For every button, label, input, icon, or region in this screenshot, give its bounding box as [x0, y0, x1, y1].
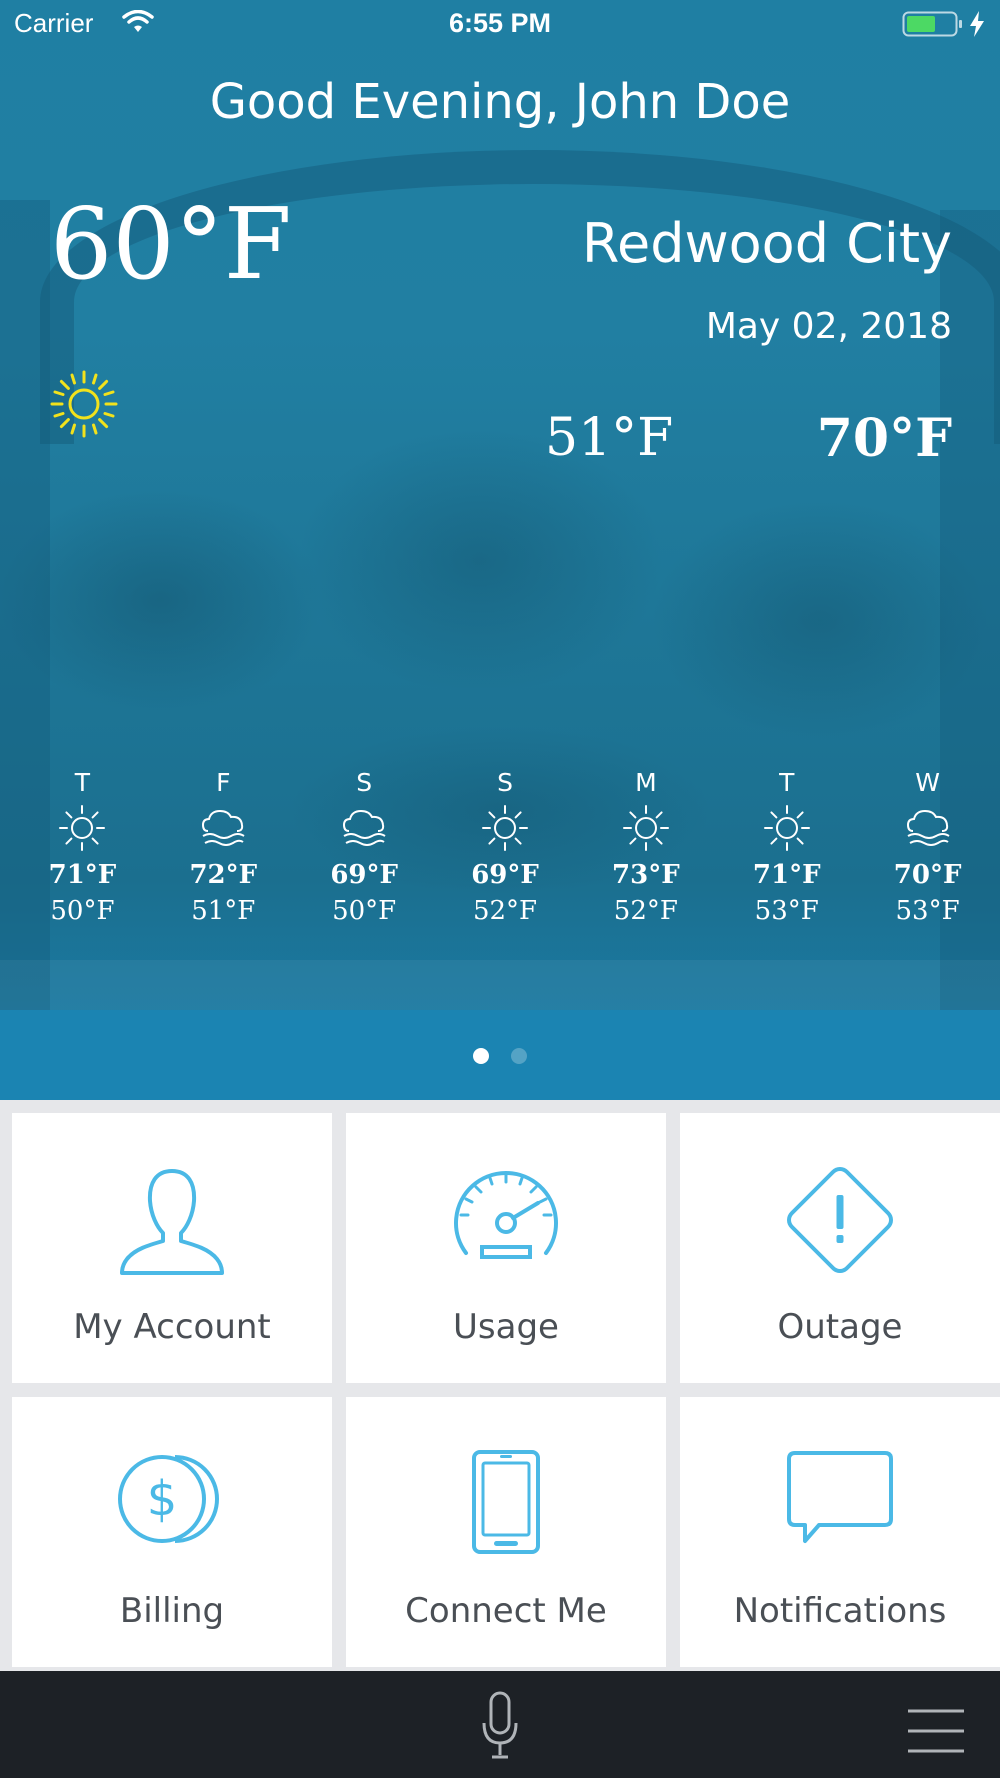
- tile-label: My Account: [73, 1307, 271, 1347]
- forecast-day-letter: S: [497, 768, 513, 797]
- charging-bolt-icon: [970, 11, 984, 37]
- forecast-low: 52°F: [472, 896, 538, 926]
- page-indicator[interactable]: [0, 1048, 1000, 1064]
- sun-icon: [482, 805, 528, 851]
- svg-text:$: $: [147, 1471, 178, 1527]
- city-name: Redwood City: [581, 212, 952, 275]
- cloud-fog-icon: [202, 809, 245, 846]
- cloud-fog-icon: [343, 809, 386, 846]
- forecast-high: 71°F: [48, 860, 117, 890]
- bottom-toolbar: [0, 1671, 1000, 1778]
- weather-hero: Carrier 6:55 PM Good Evening, John Doe 6…: [0, 0, 1000, 1100]
- forecast-day: T 71°F 50°F: [12, 766, 153, 936]
- status-time: 6:55 PM: [448, 8, 552, 38]
- sun-icon: [763, 805, 810, 851]
- sun-icon: [59, 805, 106, 851]
- tile-label: Billing: [119, 1591, 225, 1631]
- tile-label: Connect Me: [405, 1591, 607, 1631]
- warning-diamond-icon: [786, 1166, 894, 1274]
- forecast-low: 53°F: [754, 896, 819, 926]
- user-icon: [120, 1169, 224, 1275]
- background-road: [0, 960, 1000, 1010]
- forecast-day: T 71°F 53°F: [716, 766, 857, 936]
- forecast-low: 51°F: [191, 896, 256, 926]
- current-date: May 02, 2018: [705, 306, 952, 347]
- tile-label: Outage: [777, 1307, 903, 1347]
- forecast-day-letter: F: [216, 768, 231, 797]
- today-high-temp: 70°F: [816, 408, 952, 469]
- battery-icon: [902, 11, 962, 37]
- outage-tile[interactable]: Outage: [680, 1113, 1000, 1383]
- hamburger-menu-icon[interactable]: [906, 1707, 966, 1755]
- forecast-high: 69°F: [330, 860, 398, 890]
- forecast-day-letter: M: [635, 768, 657, 797]
- sun-icon: [50, 370, 118, 438]
- forecast-day: W 70°F 53°F: [857, 766, 998, 936]
- billing-tile[interactable]: $ Billing: [12, 1397, 332, 1667]
- forecast-low: 52°F: [613, 896, 678, 926]
- forecast-high: 70°F: [893, 860, 962, 890]
- page-dot-2[interactable]: [511, 1048, 527, 1064]
- tile-label: Notifications: [733, 1591, 947, 1631]
- forecast-high: 72°F: [189, 860, 258, 890]
- forecast-day-letter: W: [915, 768, 940, 797]
- usage-tile[interactable]: Usage: [346, 1113, 666, 1383]
- microphone-icon[interactable]: [480, 1691, 520, 1761]
- greeting-title: Good Evening, John Doe: [209, 74, 791, 130]
- forecast-high: 73°F: [612, 860, 680, 890]
- current-temperature: 60°F: [50, 188, 292, 302]
- forecast-low: 50°F: [332, 896, 397, 926]
- today-low-temp: 51°F: [545, 408, 674, 468]
- forecast-day: S 69°F 50°F: [294, 766, 435, 936]
- coins-dollar-icon: $: [118, 1455, 219, 1543]
- cloud-fog-icon: [906, 809, 950, 846]
- forecast-high: 69°F: [471, 860, 539, 890]
- my-account-tile[interactable]: My Account: [12, 1113, 332, 1383]
- forecast-day-letter: S: [356, 768, 373, 797]
- phone-icon: [472, 1450, 540, 1554]
- chat-bubble-icon: [787, 1451, 893, 1543]
- notifications-tile[interactable]: Notifications: [680, 1397, 1000, 1667]
- tile-label: Usage: [453, 1307, 559, 1347]
- sun-icon: [622, 805, 669, 851]
- forecast-day-letter: T: [779, 768, 795, 797]
- menu-grid: My Account Usage Outage $ Billing Connec…: [0, 1101, 1000, 1671]
- page-dot-1[interactable]: [473, 1048, 489, 1064]
- connect-me-tile[interactable]: Connect Me: [346, 1397, 666, 1667]
- forecast-low: 53°F: [895, 896, 960, 926]
- forecast-day-letter: T: [74, 768, 91, 797]
- forecast-day: F 72°F 51°F: [153, 766, 294, 936]
- speedometer-icon: [454, 1171, 558, 1259]
- forecast-strip[interactable]: T 71°F 50°F F 72°F 51°F S 69°F 50°F S 69…: [12, 766, 998, 936]
- forecast-high: 71°F: [752, 860, 821, 890]
- forecast-low: 50°F: [50, 896, 115, 926]
- forecast-day: M 73°F 52°F: [575, 766, 716, 936]
- forecast-day: S 69°F 52°F: [435, 766, 576, 936]
